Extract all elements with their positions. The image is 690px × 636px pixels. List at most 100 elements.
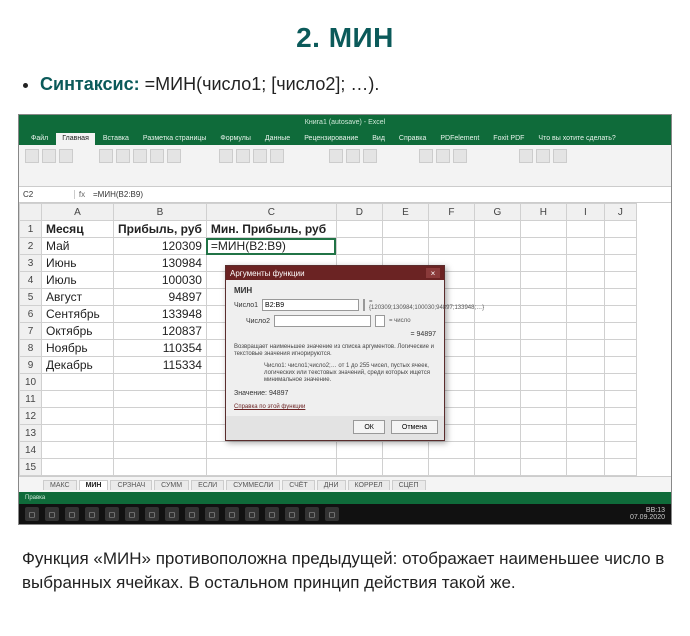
sheet-tab[interactable]: МИН [79, 480, 109, 490]
ribbon-tab[interactable]: Данные [259, 133, 296, 145]
tg-icon[interactable]: ◻ [225, 507, 239, 521]
cell[interactable]: 133948 [114, 306, 207, 323]
discord-icon[interactable]: ◻ [265, 507, 279, 521]
cell[interactable] [520, 408, 566, 425]
cell[interactable] [474, 408, 520, 425]
cell[interactable] [428, 221, 474, 238]
cell[interactable] [520, 374, 566, 391]
ribbon-tab[interactable]: Разметка страницы [137, 133, 213, 145]
cell[interactable] [604, 374, 636, 391]
cell[interactable] [206, 442, 336, 459]
cell[interactable] [336, 238, 382, 255]
cell[interactable] [474, 255, 520, 272]
cell[interactable]: Месяц [42, 221, 114, 238]
cell[interactable] [114, 442, 207, 459]
cell[interactable] [520, 357, 566, 374]
cell[interactable] [566, 255, 604, 272]
dialog-help-link[interactable]: Справка по этой функции [234, 404, 305, 410]
cell[interactable] [520, 340, 566, 357]
row-header[interactable]: 3 [20, 255, 42, 272]
ribbon-tab[interactable]: Вид [366, 133, 391, 145]
function-arguments-dialog[interactable]: Аргументы функции × МИН Число1 = {120309… [225, 265, 445, 441]
cell[interactable] [604, 255, 636, 272]
cell[interactable] [520, 425, 566, 442]
cell[interactable]: 130984 [114, 255, 207, 272]
cell[interactable] [428, 238, 474, 255]
cell[interactable] [336, 442, 382, 459]
cell[interactable]: =МИН(B2:B9) [206, 238, 336, 255]
cell[interactable]: Декабрь [42, 357, 114, 374]
cell[interactable]: Август [42, 289, 114, 306]
fx-icon[interactable]: fx [75, 190, 89, 199]
task-icon[interactable]: ◻ [65, 507, 79, 521]
row-header[interactable]: 11 [20, 391, 42, 408]
row-header[interactable]: 14 [20, 442, 42, 459]
xl-icon[interactable]: ◻ [165, 507, 179, 521]
edge-icon[interactable]: ◻ [85, 507, 99, 521]
cell[interactable] [114, 374, 207, 391]
cell[interactable] [604, 408, 636, 425]
column-header[interactable]: J [604, 204, 636, 221]
cell[interactable] [520, 391, 566, 408]
cell[interactable] [604, 357, 636, 374]
cell[interactable]: 110354 [114, 340, 207, 357]
cell[interactable] [474, 357, 520, 374]
cell[interactable] [604, 459, 636, 476]
cell[interactable] [474, 391, 520, 408]
ribbon-tab[interactable]: PDFelement [434, 133, 485, 145]
cell[interactable] [604, 425, 636, 442]
range-picker-icon[interactable] [363, 299, 365, 311]
cell[interactable]: Июнь [42, 255, 114, 272]
cell[interactable] [520, 289, 566, 306]
ribbon-tab[interactable]: Файл [25, 133, 54, 145]
cell[interactable] [604, 238, 636, 255]
ps-icon[interactable]: ◻ [205, 507, 219, 521]
arg1-input[interactable] [262, 299, 359, 311]
column-header[interactable]: C [206, 204, 336, 221]
vlc-icon[interactable]: ◻ [245, 507, 259, 521]
column-header[interactable]: A [42, 204, 114, 221]
cell[interactable] [382, 459, 428, 476]
ribbon-tab[interactable]: Формулы [214, 133, 256, 145]
sheet-tab[interactable]: МАКС [43, 480, 77, 490]
cell[interactable] [474, 425, 520, 442]
cell[interactable] [114, 459, 207, 476]
cell[interactable] [474, 238, 520, 255]
sheet-tab[interactable]: СЧЁТ [282, 480, 314, 490]
cell[interactable]: Май [42, 238, 114, 255]
column-header[interactable]: G [474, 204, 520, 221]
cell[interactable] [206, 459, 336, 476]
cell[interactable] [42, 459, 114, 476]
cell[interactable] [474, 340, 520, 357]
cell[interactable]: Октябрь [42, 323, 114, 340]
steam-icon[interactable]: ◻ [325, 507, 339, 521]
cell[interactable] [566, 323, 604, 340]
ribbon-tab[interactable]: Что вы хотите сделать? [532, 133, 621, 145]
row-header[interactable]: 1 [20, 221, 42, 238]
cell[interactable] [474, 459, 520, 476]
range-picker-icon[interactable] [375, 315, 385, 327]
search-icon[interactable]: ◻ [45, 507, 59, 521]
column-header[interactable]: H [520, 204, 566, 221]
row-header[interactable]: 15 [20, 459, 42, 476]
row-header[interactable]: 6 [20, 306, 42, 323]
name-box[interactable]: C2 [19, 190, 75, 199]
cell[interactable] [520, 442, 566, 459]
cell[interactable] [566, 238, 604, 255]
cell[interactable] [474, 323, 520, 340]
cell[interactable] [566, 391, 604, 408]
cell[interactable] [474, 272, 520, 289]
cell[interactable]: Прибыль, руб [114, 221, 207, 238]
ribbon-tab[interactable]: Главная [56, 133, 95, 145]
cell[interactable]: 120837 [114, 323, 207, 340]
row-header[interactable]: 4 [20, 272, 42, 289]
cell[interactable]: Сентябрь [42, 306, 114, 323]
row-header[interactable]: 12 [20, 408, 42, 425]
sheet-tab[interactable]: СУММЕСЛИ [226, 480, 280, 490]
sheet-tab[interactable]: ЕСЛИ [191, 480, 224, 490]
cell[interactable]: Июль [42, 272, 114, 289]
cell[interactable] [114, 391, 207, 408]
column-header[interactable]: I [566, 204, 604, 221]
cell[interactable] [474, 221, 520, 238]
cell[interactable]: 94897 [114, 289, 207, 306]
